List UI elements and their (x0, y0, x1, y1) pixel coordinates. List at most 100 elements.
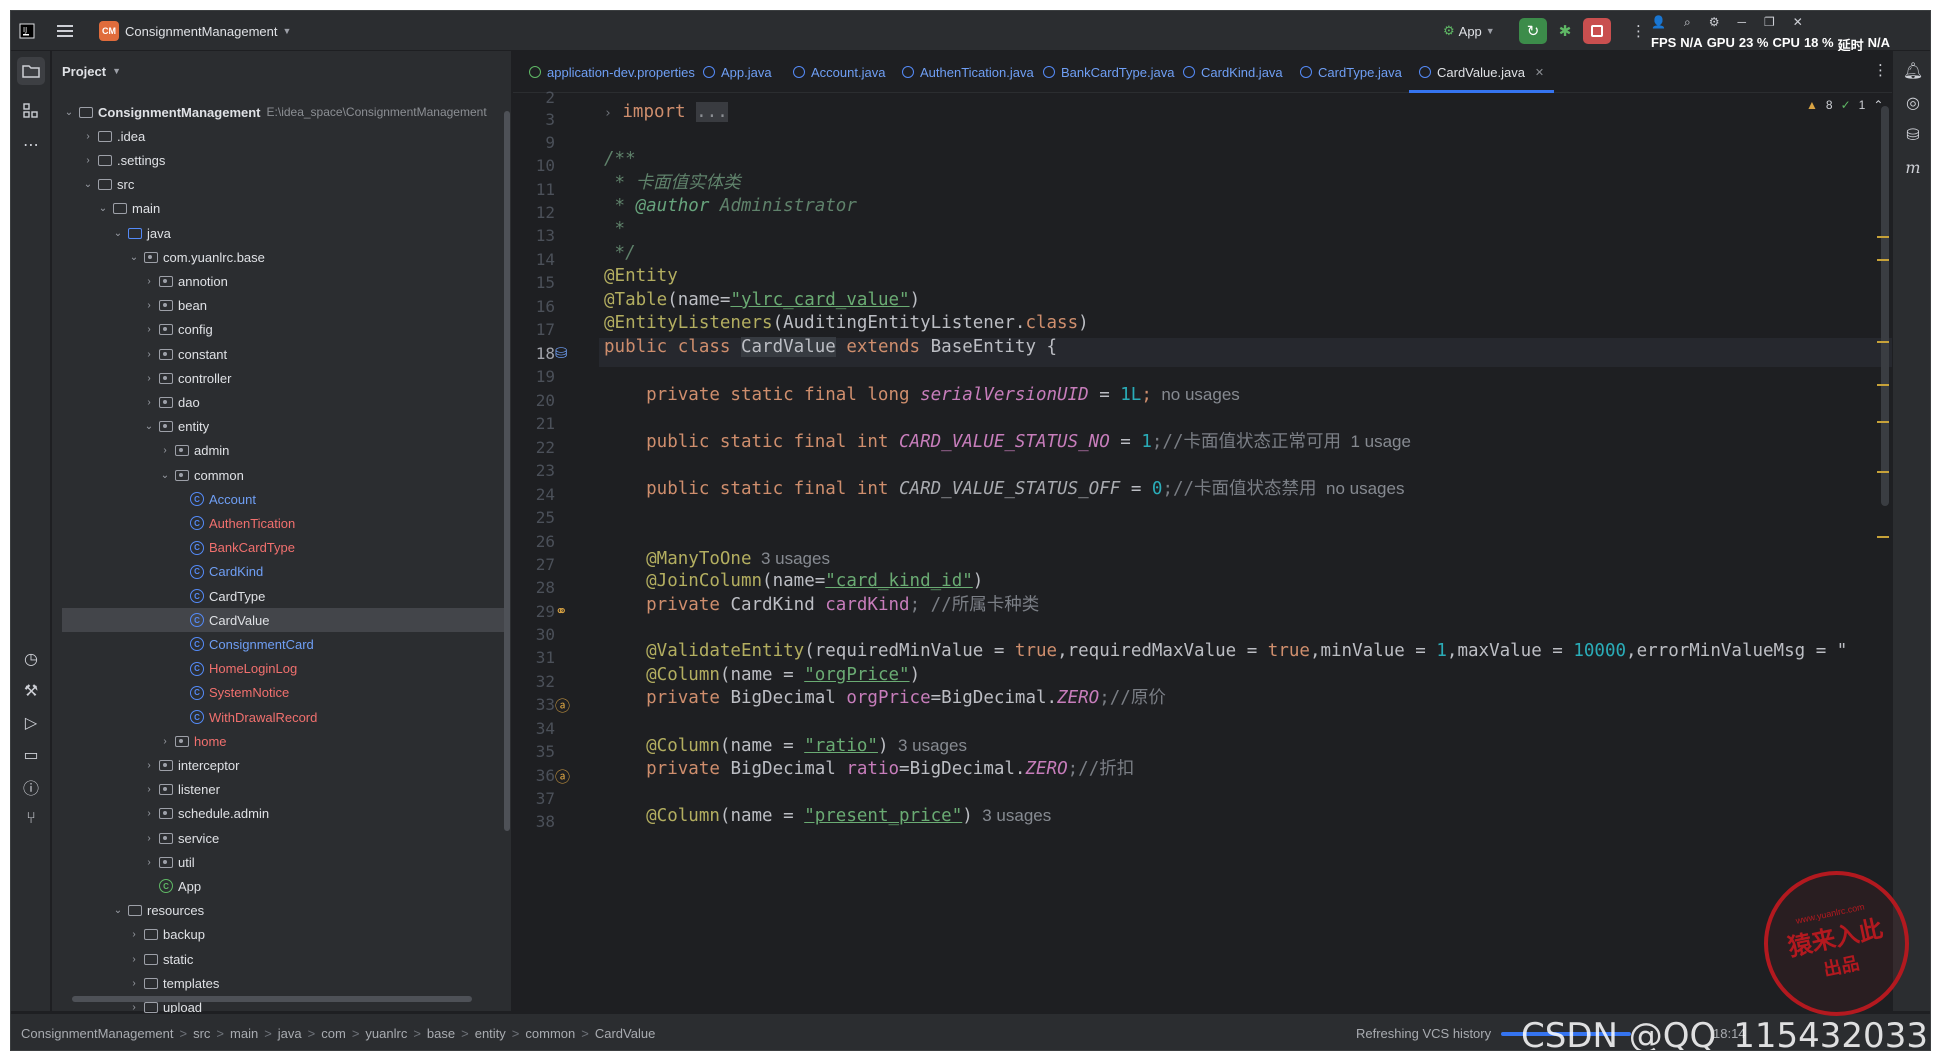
tree-item[interactable]: › schedule.admin (52, 802, 510, 826)
debug-button[interactable]: ✱ (1551, 18, 1579, 44)
breadcrumb-item[interactable]: main (230, 1026, 258, 1041)
close-tab-icon[interactable]: ✕ (1535, 66, 1544, 79)
inspection-widget[interactable]: ▲ 8 ✓ 1 ⌃ ⌄ (1806, 98, 1892, 112)
tree-item[interactable]: › service (52, 826, 510, 850)
breadcrumb-item[interactable]: src (193, 1026, 210, 1041)
editor-tab[interactable]: BankCardType.java (1043, 51, 1174, 93)
tree-item[interactable]: › .settings (52, 148, 510, 172)
entity-gutter-icon[interactable]: ⛁ (555, 344, 568, 362)
tree-item[interactable]: C App (52, 874, 510, 898)
problems-tool-icon[interactable]: ⓘ (17, 773, 45, 801)
tree-item[interactable]: ⌄ resources (52, 899, 510, 923)
tree-hscrollbar[interactable] (72, 996, 472, 1002)
tree-item[interactable]: › static (52, 947, 510, 971)
chevron-down-icon[interactable]: ⌄ (82, 179, 94, 190)
breadcrumb-item[interactable]: com (321, 1026, 346, 1041)
chevron-right-icon[interactable]: › (143, 276, 155, 287)
tree-item[interactable]: ⌄ main (52, 197, 510, 221)
tree-item[interactable]: C SystemNotice (52, 681, 510, 705)
tree-item[interactable]: C HomeLoginLog (52, 657, 510, 681)
warning-marker[interactable] (1877, 536, 1889, 538)
tree-scrollbar[interactable] (504, 111, 510, 831)
rerun-button[interactable]: ↻ (1519, 18, 1547, 44)
profile-icon[interactable]: 👤 (1651, 15, 1666, 29)
project-switcher[interactable]: CM ConsignmentManagement ▼ (99, 19, 291, 43)
annotation-gutter-icon[interactable]: ⓐ (555, 695, 570, 716)
tree-item[interactable]: › util (52, 850, 510, 874)
build-tool-icon[interactable]: ⚒ (17, 677, 45, 705)
database-icon[interactable]: ⛁ (1899, 121, 1927, 149)
tree-item[interactable]: C CardValue (62, 608, 505, 633)
tree-item[interactable]: › dao (52, 390, 510, 414)
chevron-right-icon[interactable]: › (143, 324, 155, 335)
chevron-right-icon[interactable]: › (143, 808, 155, 819)
more-actions-icon[interactable]: ⋮ (1631, 19, 1646, 43)
chevron-down-icon[interactable]: ⌄ (112, 228, 124, 239)
tree-item[interactable]: › listener (52, 778, 510, 802)
warning-marker[interactable] (1877, 384, 1889, 386)
run-config-selector[interactable]: ⚙ App ▼ (1443, 19, 1495, 43)
breadcrumb-item[interactable]: entity (475, 1026, 506, 1041)
chevron-right-icon[interactable]: › (128, 978, 140, 989)
chevron-right-icon[interactable]: › (82, 131, 94, 142)
editor-tab[interactable]: AuthenTication.java (902, 51, 1034, 93)
tree-item[interactable]: › backup (52, 923, 510, 947)
tree-item[interactable]: C ConsignmentCard (52, 632, 510, 656)
tree-item[interactable]: ⌄ src (52, 173, 510, 197)
chevron-right-icon[interactable]: › (128, 929, 140, 940)
minimize-icon[interactable]: ─ (1737, 15, 1746, 29)
tree-item[interactable]: › controller (52, 366, 510, 390)
chevron-right-icon[interactable]: › (128, 954, 140, 965)
editor-tab[interactable]: CardType.java (1300, 51, 1402, 93)
ai-assistant-icon[interactable]: ◎ (1899, 89, 1927, 117)
chevron-right-icon[interactable]: › (143, 300, 155, 311)
tab-options-icon[interactable]: ⋮ (1873, 61, 1888, 79)
tree-item[interactable]: ⌄ com.yuanlrc.base (52, 245, 510, 269)
tree-item[interactable]: C CardKind (52, 560, 510, 584)
editor-scrollbar[interactable] (1881, 106, 1889, 506)
maximize-icon[interactable]: ❐ (1764, 15, 1775, 29)
breadcrumb-item[interactable]: yuanlrc (365, 1026, 407, 1041)
breadcrumb-item[interactable]: CardValue (595, 1026, 655, 1041)
tree-item[interactable]: ⌄ java (52, 221, 510, 245)
tree-item[interactable]: › templates (52, 971, 510, 995)
chevron-down-icon[interactable]: ⌄ (1891, 98, 1892, 112)
warning-marker[interactable] (1877, 421, 1889, 423)
run-tool-icon[interactable]: ▷ (17, 709, 45, 737)
terminal-tool-icon[interactable]: ▭ (17, 741, 45, 769)
chevron-down-icon[interactable]: ⌄ (159, 470, 171, 481)
project-panel-header[interactable]: Project ▼ (62, 59, 121, 83)
tree-item[interactable]: C Account (52, 487, 510, 511)
tree-item[interactable]: › constant (52, 342, 510, 366)
chevron-right-icon[interactable]: › (143, 760, 155, 771)
chevron-right-icon[interactable]: › (159, 736, 171, 747)
services-tool-icon[interactable]: ◷ (17, 645, 45, 673)
editor-tab[interactable]: App.java (703, 51, 772, 93)
gear-icon[interactable]: ⚙ (1709, 15, 1720, 29)
app-logo-icon[interactable]: IJ (19, 19, 35, 43)
chevron-down-icon[interactable]: ⌄ (97, 203, 109, 214)
chevron-right-icon[interactable]: › (143, 397, 155, 408)
tree-item[interactable]: ⌄ entity (52, 415, 510, 439)
stop-button[interactable] (1583, 18, 1611, 44)
tree-item[interactable]: ⌄ common (52, 463, 510, 487)
chevron-down-icon[interactable]: ⌄ (143, 421, 155, 432)
tree-item[interactable]: › admin (52, 439, 510, 463)
tree-item[interactable]: › interceptor (52, 753, 510, 777)
breadcrumb-item[interactable]: base (427, 1026, 455, 1041)
tree-item[interactable]: › config (52, 318, 510, 342)
chevron-right-icon[interactable]: › (82, 155, 94, 166)
breadcrumb-item[interactable]: common (525, 1026, 575, 1041)
project-tool-icon[interactable] (17, 57, 45, 85)
chevron-right-icon[interactable]: › (143, 373, 155, 384)
maven-icon[interactable]: m (1899, 153, 1927, 181)
tree-item[interactable]: › .idea (52, 124, 510, 148)
breadcrumb-item[interactable]: ConsignmentManagement (21, 1026, 173, 1041)
tree-item[interactable]: › bean (52, 294, 510, 318)
chevron-right-icon[interactable]: › (143, 349, 155, 360)
annotation-gutter-icon[interactable]: ⓐ (555, 766, 570, 787)
chevron-right-icon[interactable]: › (143, 857, 155, 868)
chevron-right-icon[interactable]: › (128, 1002, 140, 1013)
chevron-right-icon[interactable]: › (143, 784, 155, 795)
warning-marker[interactable] (1877, 236, 1889, 238)
